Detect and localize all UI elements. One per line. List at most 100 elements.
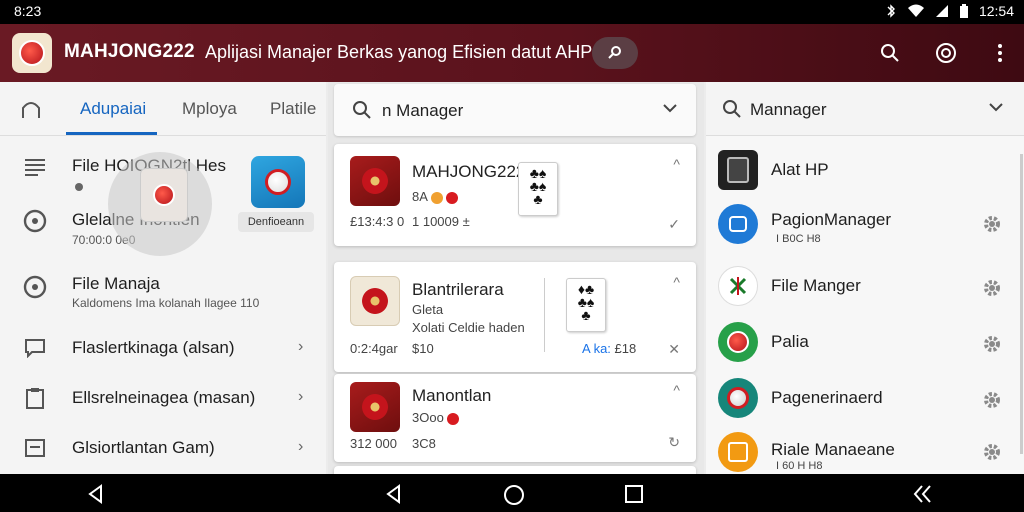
- card-subtitle: Gleta: [412, 302, 444, 317]
- clock-icon: [22, 208, 48, 234]
- app-folder-icon[interactable]: [251, 156, 305, 208]
- left-panel: Adupaiai Mploya Platile File HOIOGN2tl H…: [0, 82, 326, 474]
- home-circle-icon[interactable]: [503, 484, 525, 506]
- gear-icon[interactable]: [982, 278, 1002, 298]
- clipboard-icon: [22, 385, 48, 411]
- mahjong-app-icon: [350, 382, 400, 432]
- file-manager-icon: [718, 266, 758, 306]
- card-meta-secondary: 1 10009 ±: [412, 214, 470, 229]
- right-item-sub: I 60 H H8: [776, 460, 823, 472]
- search-button[interactable]: [876, 39, 904, 67]
- close-icon[interactable]: ✕: [668, 341, 680, 358]
- chevron-down-icon[interactable]: [662, 100, 678, 116]
- left-item-title: Glsiortlantan Gam): [72, 438, 215, 457]
- left-item-title: File Manaja: [72, 274, 160, 293]
- more-vert-icon: [998, 44, 1002, 62]
- settings-small-icon: [75, 183, 83, 191]
- chevron-down-icon[interactable]: [988, 99, 1004, 115]
- status-time: 8:23: [14, 3, 42, 19]
- content-area: Adupaiai Mploya Platile File HOIOGN2tl H…: [0, 82, 1024, 478]
- app-subtitle: Aplijasi Manajer Berkas yanog Efisien da…: [205, 42, 593, 62]
- right-item-title: Pagenerinaerd: [771, 388, 883, 407]
- app-bar: MAHJONG222 Aplijasi Manajer Berkas yanog…: [0, 24, 1024, 82]
- scrollbar[interactable]: [1020, 154, 1023, 454]
- card-meta-secondary: 3C8: [412, 436, 436, 451]
- card-detail: Xolati Celdie haden: [412, 320, 525, 335]
- card-meta-secondary: $10: [412, 341, 434, 356]
- left-item-title: Flaslertkinaga (alsan): [72, 338, 235, 357]
- app-title: MAHJONG222: [64, 41, 195, 62]
- right-list-item[interactable]: PagionManager I B0C H8: [706, 200, 1024, 254]
- recents-icon[interactable]: [624, 484, 644, 504]
- right-list-item[interactable]: Alat HP: [706, 146, 1024, 196]
- left-item-title: Ellsrelneinagea (masan): [72, 388, 256, 407]
- subtitle-search-button[interactable]: [592, 37, 638, 69]
- dragged-app-icon[interactable]: [140, 168, 188, 222]
- refresh-icon[interactable]: ↻: [668, 434, 680, 451]
- chevron-up-icon[interactable]: ^: [673, 382, 680, 398]
- playing-card-icon: ♣♠ ♣♠ ♣: [518, 162, 558, 216]
- mahjong-tile-icon: [350, 276, 400, 326]
- back-icon[interactable]: [86, 484, 106, 504]
- manager-search-bar[interactable]: n Manager: [334, 84, 696, 136]
- bluetooth-icon: [887, 4, 895, 18]
- right-list-item[interactable]: File Manger: [706, 264, 1024, 314]
- at-button[interactable]: [932, 39, 960, 67]
- battery-icon: [959, 3, 968, 18]
- app-card[interactable]: Manontlan 3Ooo 312 000 3C8 ^ ↻: [334, 374, 696, 462]
- mahjong-app-icon: [350, 156, 400, 206]
- chevron-up-icon[interactable]: ^: [673, 274, 680, 290]
- right-item-title: PagionManager: [771, 210, 892, 229]
- gear-icon[interactable]: [982, 334, 1002, 354]
- right-item-sub: I B0C H8: [776, 233, 821, 245]
- back-icon[interactable]: [384, 484, 404, 504]
- left-list-item[interactable]: File Manaja Kaldomens Ima kolanah Ilagee…: [0, 266, 326, 316]
- left-list-item[interactable]: Flaslertkinaga (alsan) ›: [0, 330, 326, 370]
- gear-icon[interactable]: [982, 390, 1002, 410]
- gear-icon[interactable]: [982, 442, 1002, 462]
- card-title: MAHJONG222: [412, 162, 526, 181]
- manager-search-bar-right[interactable]: Mannager: [706, 82, 1024, 136]
- tab-bar: Adupaiai Mploya Platile: [0, 82, 326, 136]
- card-tag: A ka: £18: [582, 341, 637, 356]
- wifi-icon: [907, 4, 924, 17]
- rule-manager-icon: [718, 432, 758, 472]
- status-clock: 12:54: [978, 3, 1014, 19]
- right-list-item[interactable]: Palia: [706, 320, 1024, 370]
- page-manager-icon: [718, 204, 758, 244]
- card-meta: 0:2:4gar: [350, 341, 398, 356]
- left-list-item[interactable]: Ellsrelneinagea (masan) ›: [0, 380, 326, 420]
- search-icon: [881, 44, 899, 62]
- chevron-up-icon[interactable]: ^: [673, 156, 680, 172]
- gear-icon[interactable]: [982, 214, 1002, 234]
- card-title: Blantrilerara: [412, 280, 504, 299]
- check-icon[interactable]: ✓: [668, 216, 680, 233]
- app-card[interactable]: MAHJONG222 8A £13:4:3 0 1 10009 ± ♣♠ ♣♠ ♣ …: [334, 144, 696, 246]
- more-options-button[interactable]: [986, 39, 1014, 67]
- card-meta: 312 000: [350, 436, 397, 451]
- tab-mploya[interactable]: Mploya: [182, 99, 237, 119]
- message-icon: [22, 335, 48, 361]
- system-nav-bar: [0, 474, 1024, 512]
- left-list-item[interactable]: Glsiortlantan Gam) ›: [0, 430, 326, 470]
- app-logo[interactable]: [12, 33, 52, 73]
- card-subtitle: 3Ooo: [412, 410, 459, 425]
- archive-icon: [22, 435, 48, 461]
- home-icon[interactable]: [20, 98, 42, 120]
- tab-adupaiai[interactable]: Adupaiai: [80, 99, 146, 119]
- signal-icon: [935, 5, 948, 17]
- tab-platile[interactable]: Platile: [270, 99, 316, 119]
- search-icon: [723, 100, 741, 118]
- right-list-item[interactable]: Pagenerinaerd: [706, 376, 1024, 426]
- search-icon: [353, 101, 371, 119]
- card-meta: £13:4:3 0: [350, 214, 405, 229]
- search-icon: [608, 46, 621, 59]
- search-text: n Manager: [382, 101, 464, 120]
- app-folder-label: Denfioeann: [238, 212, 314, 232]
- right-list-item[interactable]: Riale Manaeane I 60 H H8: [706, 430, 1024, 474]
- app-card[interactable]: Blantrilerara Gleta Xolati Celdie haden …: [334, 262, 696, 372]
- phone-tool-icon: [718, 150, 758, 190]
- status-icons: 12:54: [885, 3, 1014, 19]
- collapse-icon[interactable]: [912, 484, 934, 504]
- active-tab-indicator: [66, 132, 157, 135]
